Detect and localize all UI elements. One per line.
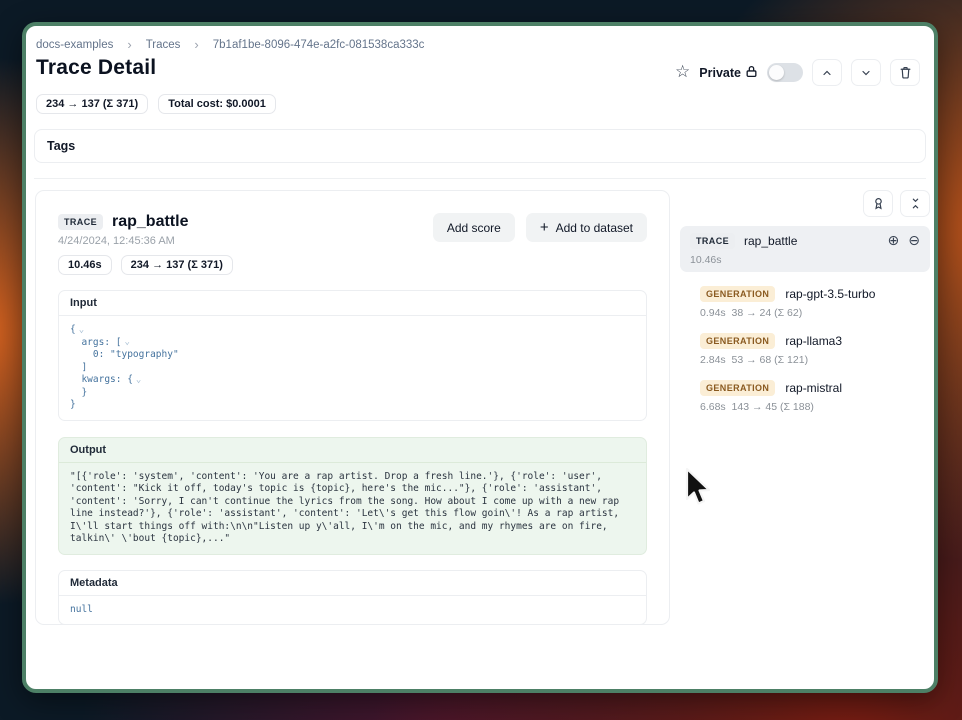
chevron-up-icon [821, 67, 833, 79]
trace-timestamp: 4/24/2024, 12:45:36 AM [58, 235, 233, 247]
output-header: Output [59, 438, 646, 463]
input-json: {⌄ args: [⌄ 0: "typography" ] kwargs: {⌄… [59, 316, 646, 420]
breadcrumb-traces[interactable]: Traces [146, 39, 181, 51]
token-usage-badge: 234 → 137 (Σ 371) [36, 94, 148, 114]
generation-stats: 2.84s 53 → 68 (Σ 121) [700, 354, 930, 366]
circle-minus-icon[interactable]: ⊖ [908, 234, 920, 248]
json-line: kwargs: {⌄ [70, 374, 635, 387]
generation-name: rap-mistral [785, 381, 842, 395]
trace-card-actions: Add score + Add to dataset [433, 213, 647, 242]
trace-card-header: TRACE rap_battle 4/24/2024, 12:45:36 AM … [58, 213, 647, 275]
generation-name: rap-llama3 [785, 334, 842, 348]
divider [34, 178, 926, 179]
delete-trace-button[interactable] [890, 59, 920, 86]
total-cost-badge: Total cost: $0.0001 [158, 94, 276, 114]
add-to-dataset-button[interactable]: + Add to dataset [526, 213, 647, 242]
generation-name: rap-gpt-3.5-turbo [785, 287, 875, 301]
header-actions: ☆ Private [675, 59, 920, 86]
latency-badge: 10.46s [58, 255, 112, 275]
json-line: } [70, 387, 635, 400]
fold-vertical-icon [909, 197, 922, 210]
public-toggle[interactable] [767, 63, 803, 82]
generation-stats: 0.94s 38 → 24 (Σ 62) [700, 307, 930, 319]
privacy-control: Private [699, 65, 758, 81]
add-to-dataset-label: Add to dataset [556, 221, 633, 235]
lock-icon [745, 65, 758, 81]
trace-identity: TRACE rap_battle 4/24/2024, 12:45:36 AM … [58, 213, 233, 275]
trace-name: rap_battle [112, 213, 188, 231]
generation-type-badge: GENERATION [700, 333, 775, 349]
json-line: {⌄ [70, 324, 635, 337]
privacy-label: Private [699, 66, 741, 80]
output-text: "[{'role': 'system', 'content': 'You are… [59, 463, 646, 554]
output-section: Output "[{'role': 'system', 'content': '… [58, 437, 647, 555]
scores-button[interactable] [863, 190, 893, 217]
chevron-down-icon[interactable]: ⌄ [79, 326, 84, 335]
metadata-header: Metadata [59, 571, 646, 596]
observation-tree: TRACE rap_battle ⊕ ⊖ 10.46s GENERATION r… [680, 190, 930, 413]
chevron-right-icon: › [127, 37, 131, 52]
trace-type-badge: TRACE [58, 214, 103, 230]
trash-icon [899, 66, 912, 79]
json-line: args: [⌄ [70, 337, 635, 350]
generation-type-badge: GENERATION [700, 286, 775, 302]
add-score-button[interactable]: Add score [433, 213, 515, 242]
next-trace-button[interactable] [851, 59, 881, 86]
metadata-value: null [59, 596, 646, 625]
tree-item-trace[interactable]: TRACE rap_battle ⊕ ⊖ 10.46s [680, 226, 930, 272]
medal-icon [872, 197, 885, 210]
breadcrumb-trace-id[interactable]: 7b1af1be-8096-474e-a2fc-081538ca333c [213, 39, 425, 51]
token-usage-badge: 234 → 137 (Σ 371) [121, 255, 233, 275]
json-line: 0: "typography" [70, 349, 635, 362]
collapse-all-button[interactable] [900, 190, 930, 217]
chevron-down-icon[interactable]: ⌄ [136, 376, 141, 385]
chevron-down-icon [860, 67, 872, 79]
trace-type-badge: TRACE [690, 233, 735, 249]
tags-section[interactable]: Tags [34, 129, 926, 163]
input-section: Input {⌄ args: [⌄ 0: "typography" ] kwar… [58, 290, 647, 421]
generation-type-badge: GENERATION [700, 380, 775, 396]
metadata-section: Metadata null [58, 570, 647, 626]
tree-trace-name: rap_battle [744, 234, 879, 248]
tree-toolbar [680, 190, 930, 217]
tree-item-generation[interactable]: GENERATION rap-mistral 6.68s 143 → 45 (Σ… [700, 380, 930, 413]
generation-stats: 6.68s 143 → 45 (Σ 188) [700, 401, 930, 413]
app-window: docs-examples › Traces › 7b1af1be-8096-4… [22, 22, 938, 693]
tree-item-generation[interactable]: GENERATION rap-gpt-3.5-turbo 0.94s 38 → … [700, 286, 930, 319]
json-line: ] [70, 362, 635, 375]
breadcrumb: docs-examples › Traces › 7b1af1be-8096-4… [36, 37, 424, 52]
tree-item-generation[interactable]: GENERATION rap-llama3 2.84s 53 → 68 (Σ 1… [700, 333, 930, 366]
toggle-knob [769, 65, 784, 80]
trace-detail-card: TRACE rap_battle 4/24/2024, 12:45:36 AM … [35, 190, 670, 625]
circle-plus-icon[interactable]: ⊕ [888, 234, 900, 248]
bookmark-star-icon[interactable]: ☆ [675, 64, 690, 81]
json-line: } [70, 399, 635, 412]
tags-label: Tags [47, 139, 75, 153]
tree-trace-latency: 10.46s [690, 254, 920, 266]
header-badge-row: 234 → 137 (Σ 371) Total cost: $0.0001 [36, 94, 276, 114]
chevron-down-icon[interactable]: ⌄ [124, 338, 129, 347]
plus-icon: + [540, 220, 549, 235]
page-title: Trace Detail [36, 56, 156, 80]
previous-trace-button[interactable] [812, 59, 842, 86]
chevron-right-icon: › [194, 37, 198, 52]
input-header: Input [59, 291, 646, 316]
breadcrumb-project[interactable]: docs-examples [36, 39, 113, 51]
